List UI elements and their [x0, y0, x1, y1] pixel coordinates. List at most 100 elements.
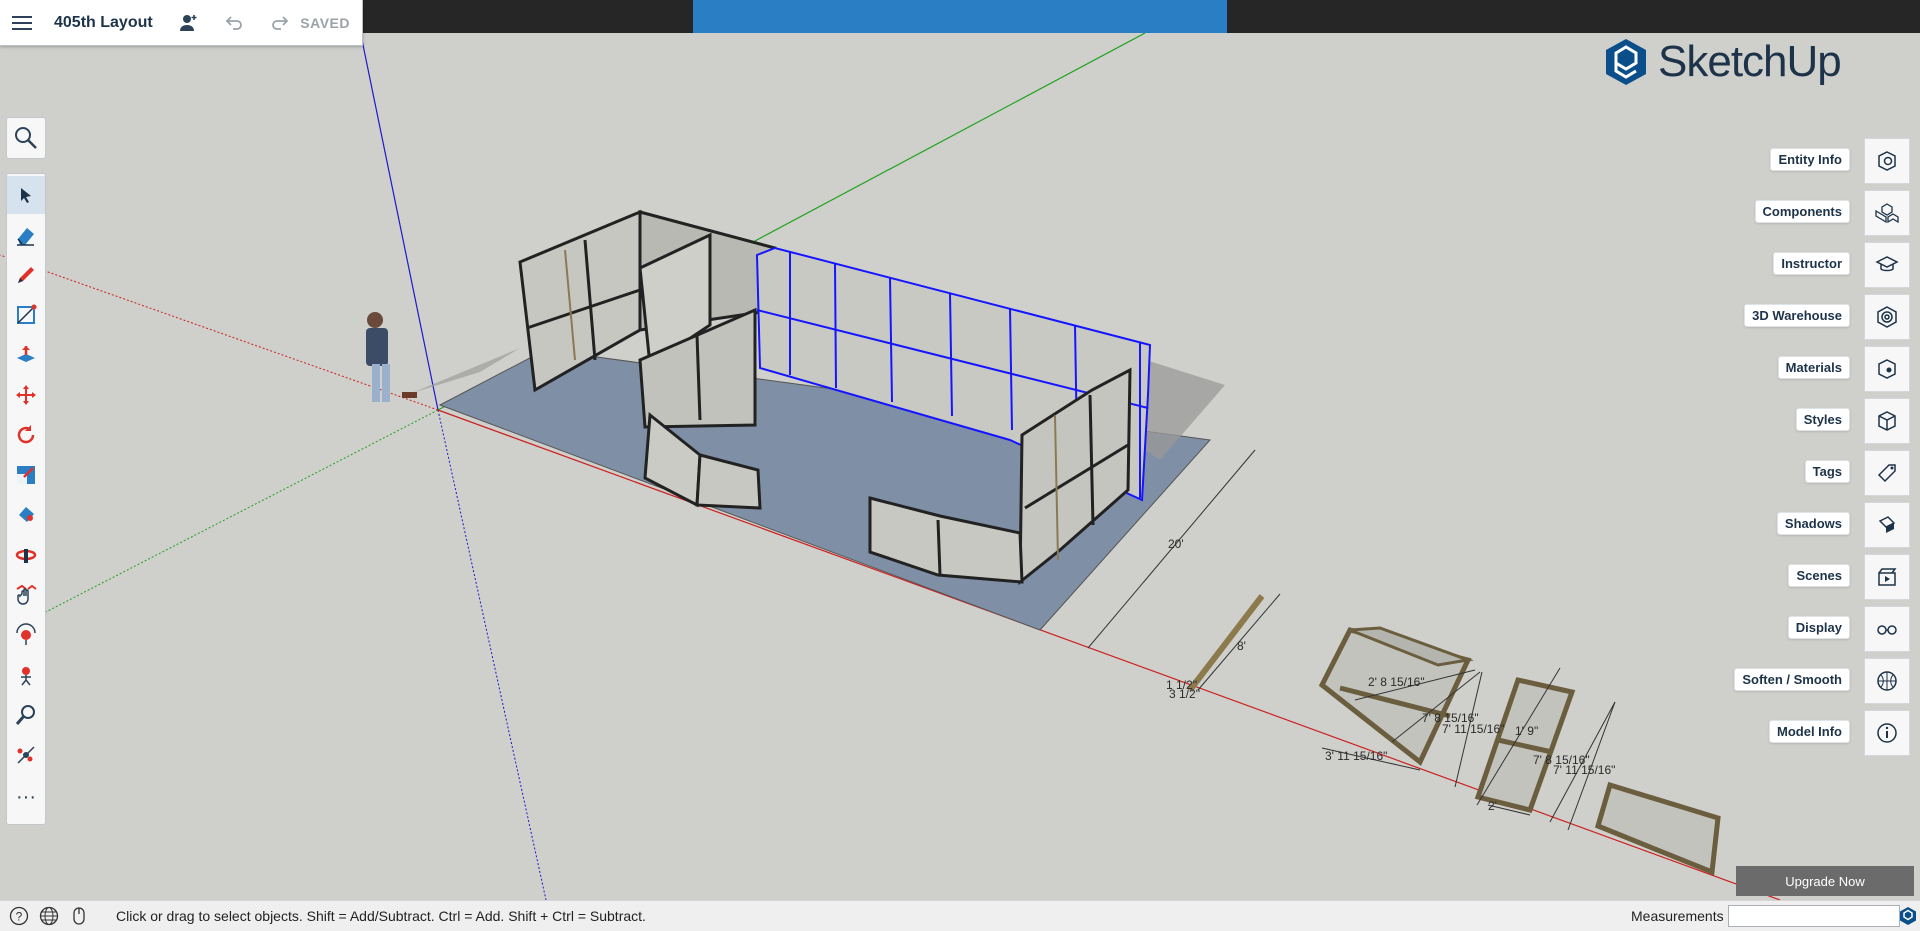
dimension-label: 7' 11 15/16" [1442, 722, 1504, 736]
move-icon [16, 385, 36, 405]
panel-label[interactable]: Model Info [1769, 720, 1850, 743]
help-icon[interactable]: ? [8, 905, 30, 927]
scale-figure [366, 312, 417, 402]
panel-label[interactable]: Shadows [1776, 512, 1850, 535]
position-camera-icon [16, 623, 36, 645]
mouse-icon[interactable] [68, 905, 90, 927]
push-pull-tool[interactable] [7, 336, 45, 374]
tag-icon [1877, 464, 1896, 483]
sketchup-logo-icon [1606, 39, 1646, 85]
soften-icon [1877, 671, 1897, 691]
loose-panel-3[interactable] [1594, 781, 1721, 876]
measurements-input[interactable] [1728, 905, 1900, 927]
dimension-label: 20' [1168, 537, 1184, 551]
search-tool-button[interactable] [6, 117, 46, 159]
pencil-icon [18, 267, 34, 283]
panel-model-info[interactable]: Model Info [1710, 710, 1910, 756]
materials-button[interactable] [1864, 346, 1910, 392]
dimension-label: 2' 8 15/16" [1368, 675, 1425, 689]
panel-soften-smooth[interactable]: Soften / Smooth [1710, 658, 1910, 704]
panel-label[interactable]: Tags [1804, 460, 1850, 483]
panel-materials[interactable]: Materials [1710, 346, 1910, 392]
pencil-tool[interactable] [7, 256, 45, 294]
panel-tags[interactable]: Tags [1710, 450, 1910, 496]
entity-info-button[interactable] [1864, 138, 1910, 184]
panel-display[interactable]: Display [1710, 606, 1910, 652]
select-tool[interactable] [7, 176, 45, 214]
paint-bucket-tool[interactable] [7, 496, 45, 534]
instructor-button[interactable] [1864, 242, 1910, 288]
tools-toolbar: ··· [6, 173, 46, 825]
mortarboard-icon [1875, 256, 1899, 272]
rectangle-tool[interactable] [7, 296, 45, 334]
loose-panel-1[interactable] [1318, 626, 1474, 766]
panel-components[interactable]: Components [1710, 190, 1910, 236]
eraser-tool[interactable] [7, 216, 45, 254]
components-button[interactable] [1864, 190, 1910, 236]
scenes-button[interactable] [1864, 554, 1910, 600]
pan-tool[interactable] [7, 576, 45, 614]
components-icon [1875, 203, 1899, 224]
model-info-button[interactable] [1864, 710, 1910, 756]
panel-shadows[interactable]: Shadows [1710, 502, 1910, 548]
more-dots-icon: ··· [16, 786, 36, 808]
left-wall-group[interactable] [518, 209, 777, 510]
scale-tool[interactable] [7, 456, 45, 494]
walk-tool[interactable] [7, 656, 45, 694]
rectangle-icon [17, 304, 37, 324]
more-tools-button[interactable]: ··· [7, 778, 45, 816]
zoom-extents-tool[interactable] [7, 736, 45, 774]
paint-icon [19, 507, 34, 522]
shadows-icon [1878, 516, 1896, 533]
position-camera-tool[interactable] [7, 616, 45, 654]
soften-smooth-button[interactable] [1864, 658, 1910, 704]
panel-label[interactable]: Entity Info [1770, 148, 1850, 171]
tags-button[interactable] [1864, 450, 1910, 496]
sketchup-mini-icon[interactable] [1898, 906, 1918, 926]
zoom-extents-icon [17, 746, 35, 764]
panel-scenes[interactable]: Scenes [1710, 554, 1910, 600]
blue-axis-negative [437, 409, 547, 901]
eraser-icon [17, 228, 34, 246]
panel-3d-warehouse[interactable]: 3D Warehouse [1710, 294, 1910, 340]
loose-panel-2[interactable] [1474, 677, 1576, 813]
globe-icon[interactable] [38, 905, 60, 927]
panel-label[interactable]: Components [1754, 200, 1850, 223]
3d-warehouse-button[interactable] [1864, 294, 1910, 340]
dimension-label: 3 1/2" [1169, 687, 1200, 701]
panel-entity-info[interactable]: Entity Info [1710, 138, 1910, 184]
rotate-icon [17, 425, 35, 444]
panel-label[interactable]: Scenes [1788, 564, 1850, 587]
upgrade-now-button[interactable]: Upgrade Now [1736, 866, 1914, 896]
redo-icon[interactable] [269, 12, 291, 34]
dimension-label: 2' [1488, 799, 1497, 813]
panel-label[interactable]: Soften / Smooth [1734, 668, 1850, 691]
share-user-icon[interactable] [177, 12, 199, 34]
panel-label[interactable]: 3D Warehouse [1744, 304, 1850, 327]
shadows-button[interactable] [1864, 502, 1910, 548]
panel-instructor[interactable]: Instructor [1710, 242, 1910, 288]
move-tool[interactable] [7, 376, 45, 414]
green-axis-negative [39, 409, 439, 616]
info-icon [1877, 723, 1897, 743]
zoom-tool[interactable] [7, 696, 45, 734]
styles-button[interactable] [1864, 398, 1910, 444]
dimension-label: 1' 9" [1515, 724, 1538, 738]
undo-icon[interactable] [223, 12, 245, 34]
panel-label[interactable]: Display [1787, 616, 1850, 639]
panel-label[interactable]: Materials [1777, 356, 1850, 379]
panel-label[interactable]: Styles [1795, 408, 1850, 431]
styles-icon [1878, 411, 1896, 431]
rotate-tool[interactable] [7, 416, 45, 454]
panel-styles[interactable]: Styles [1710, 398, 1910, 444]
panel-label[interactable]: Instructor [1773, 252, 1850, 275]
main-menu-icon[interactable] [10, 14, 34, 32]
model-viewport[interactable]: 20' 8' 1 1/2" 3 1/2" 2' 8 15/16" 7' 8 15… [0, 32, 1920, 901]
file-header: 405th Layout SAVED [0, 0, 363, 46]
glasses-icon [1877, 625, 1897, 635]
loose-stud[interactable] [1187, 594, 1265, 692]
orbit-tool[interactable] [7, 536, 45, 574]
file-name[interactable]: 405th Layout [54, 14, 153, 32]
entity-info-icon [1878, 151, 1896, 171]
display-button[interactable] [1864, 606, 1910, 652]
